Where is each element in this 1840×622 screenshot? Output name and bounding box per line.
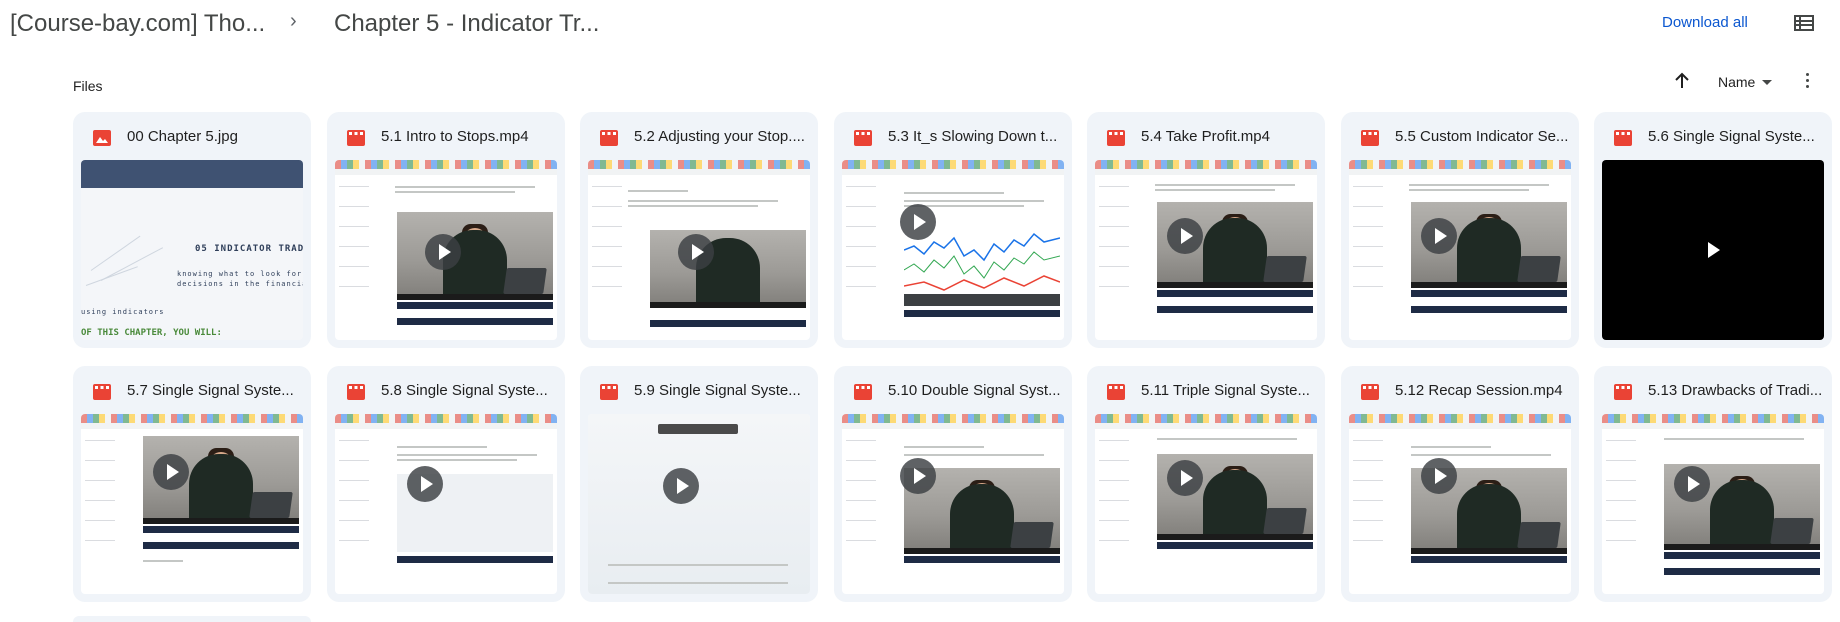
video-file-icon — [854, 130, 872, 146]
file-card[interactable]: 5.4 Take Profit.mp4 — [1087, 112, 1325, 348]
file-card[interactable]: 5.8 Single Signal Syste... — [327, 366, 565, 602]
sort-by-name-button[interactable]: Name — [1718, 74, 1755, 90]
file-card[interactable]: 5.11 Triple Signal Syste... — [1087, 366, 1325, 602]
video-file-icon — [1361, 384, 1379, 400]
list-view-icon[interactable] — [1794, 14, 1814, 32]
file-card[interactable]: 5.1 Intro to Stops.mp4 — [327, 112, 565, 348]
breadcrumb-separator-icon: › — [290, 10, 297, 32]
video-file-icon — [600, 130, 618, 146]
play-icon — [1421, 218, 1457, 254]
video-file-icon — [93, 384, 111, 400]
arrow-up-icon[interactable] — [1672, 70, 1692, 92]
more-vertical-icon[interactable] — [1800, 70, 1814, 92]
play-icon — [153, 454, 189, 490]
thumbnail-footer-text: OF THIS CHAPTER, YOU WILL: — [81, 328, 222, 338]
video-file-icon — [1361, 130, 1379, 146]
file-name: 5.13 Drawbacks of Tradi... — [1648, 382, 1823, 399]
video-file-icon — [854, 384, 872, 400]
file-name: 5.11 Triple Signal Syste... — [1141, 382, 1310, 399]
image-file-icon — [93, 130, 111, 146]
play-icon — [678, 234, 714, 270]
breadcrumb-parent[interactable]: [Course-bay.com] Tho... — [10, 10, 265, 38]
file-card[interactable]: 5.9 Single Signal Syste... — [580, 366, 818, 602]
file-name: 5.1 Intro to Stops.mp4 — [381, 128, 529, 145]
video-thumbnail — [842, 160, 1064, 340]
video-file-icon — [1107, 130, 1125, 146]
video-thumbnail — [1095, 414, 1317, 594]
play-icon — [1708, 242, 1720, 258]
file-name: 5.8 Single Signal Syste... — [381, 382, 548, 399]
file-card[interactable] — [73, 616, 311, 622]
file-name: 5.6 Single Signal Syste... — [1648, 128, 1815, 145]
file-name: 5.9 Single Signal Syste... — [634, 382, 801, 399]
file-name: 00 Chapter 5.jpg — [127, 128, 238, 145]
video-thumbnail — [81, 414, 303, 594]
file-name: 5.4 Take Profit.mp4 — [1141, 128, 1270, 145]
file-name: 5.12 Recap Session.mp4 — [1395, 382, 1563, 399]
file-card[interactable]: 5.5 Custom Indicator Se... — [1341, 112, 1579, 348]
file-name: 5.5 Custom Indicator Se... — [1395, 128, 1569, 145]
video-thumbnail — [1095, 160, 1317, 340]
file-card[interactable]: 5.12 Recap Session.mp4 — [1341, 366, 1579, 602]
play-icon — [407, 466, 443, 502]
video-file-icon — [1614, 384, 1632, 400]
play-icon — [663, 468, 699, 504]
file-thumbnail: 05 INDICATOR TRAD knowing what to look f… — [81, 160, 303, 340]
video-file-icon — [600, 384, 618, 400]
play-icon — [900, 204, 936, 240]
video-file-icon — [1614, 130, 1632, 146]
file-card[interactable]: 5.3 It_s Slowing Down t... — [834, 112, 1072, 348]
video-thumbnail — [1602, 414, 1824, 594]
download-all-button[interactable]: Download all — [1662, 14, 1748, 31]
play-icon — [1167, 460, 1203, 496]
file-card[interactable]: 5.10 Double Signal Syst... — [834, 366, 1072, 602]
breadcrumb-current[interactable]: Chapter 5 - Indicator Tr... — [334, 10, 599, 38]
file-card[interactable]: 00 Chapter 5.jpg 05 INDICATOR TRAD knowi… — [73, 112, 311, 348]
video-file-icon — [347, 384, 365, 400]
video-thumbnail — [335, 160, 557, 340]
thumbnail-subtext: decisions in the financial markets — [177, 280, 303, 288]
play-icon — [1674, 466, 1710, 502]
file-card[interactable]: 5.2 Adjusting your Stop.... — [580, 112, 818, 348]
file-name: 5.10 Double Signal Syst... — [888, 382, 1061, 399]
file-card[interactable]: 5.6 Single Signal Syste... — [1594, 112, 1832, 348]
play-icon — [425, 234, 461, 270]
video-thumbnail — [335, 414, 557, 594]
file-name: 5.2 Adjusting your Stop.... — [634, 128, 805, 145]
thumbnail-title: 05 INDICATOR TRAD — [195, 244, 303, 254]
top-bar: [Course-bay.com] Tho... › Chapter 5 - In… — [0, 0, 1840, 52]
file-name: 5.7 Single Signal Syste... — [127, 382, 294, 399]
files-section-label: Files — [73, 78, 103, 94]
video-thumbnail — [588, 160, 810, 340]
video-thumbnail — [588, 414, 810, 594]
play-icon — [1421, 458, 1457, 494]
video-file-icon — [1107, 384, 1125, 400]
thumbnail-side-text: using indicators — [81, 308, 165, 316]
thumbnail-subtext: knowing what to look for in the in — [177, 270, 303, 278]
file-name: 5.3 It_s Slowing Down t... — [888, 128, 1058, 145]
play-icon — [900, 458, 936, 494]
video-thumbnail — [1349, 160, 1571, 340]
video-thumbnail — [1349, 414, 1571, 594]
file-card[interactable]: 5.13 Drawbacks of Tradi... — [1594, 366, 1832, 602]
play-icon — [1167, 218, 1203, 254]
video-thumbnail — [1602, 160, 1824, 340]
video-file-icon — [347, 130, 365, 146]
chevron-down-icon[interactable] — [1762, 80, 1772, 85]
video-thumbnail — [842, 414, 1064, 594]
file-card[interactable]: 5.7 Single Signal Syste... — [73, 366, 311, 602]
thumbnail-banner — [81, 160, 303, 188]
